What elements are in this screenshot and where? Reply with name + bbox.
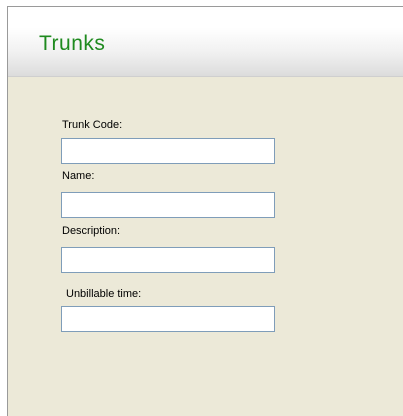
name-label: Name:: [62, 170, 95, 182]
panel-header: Trunks: [8, 7, 403, 77]
page-title: Trunks: [39, 32, 106, 55]
unbillable-time-label: Unbillable time:: [66, 288, 142, 300]
trunk-code-input[interactable]: [61, 138, 275, 164]
unbillable-time-input[interactable]: [61, 306, 275, 332]
description-input[interactable]: [61, 247, 275, 273]
trunk-code-label: Trunk Code:: [62, 119, 123, 131]
name-input[interactable]: [61, 192, 275, 218]
trunks-panel: Trunks Trunk Code: Name: Description: Un…: [7, 6, 403, 416]
description-label: Description:: [62, 225, 121, 237]
